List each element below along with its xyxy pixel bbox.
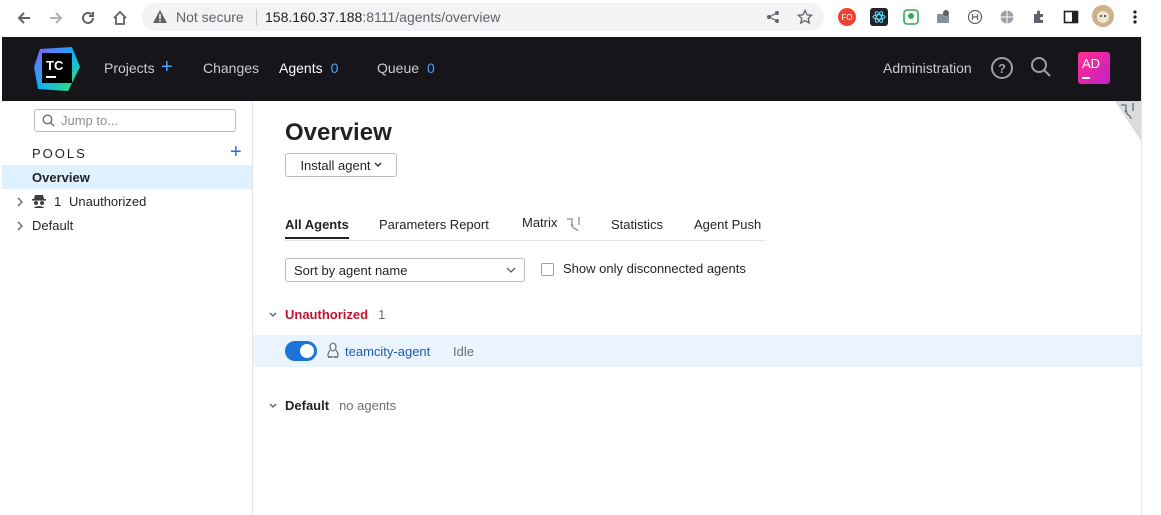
profile-avatar-icon[interactable] <box>1092 5 1114 27</box>
nav-changes[interactable]: Changes <box>203 60 259 76</box>
group-unauthorized[interactable]: Unauthorized 1 <box>269 307 385 322</box>
nav-administration[interactable]: Administration <box>883 60 972 76</box>
agent-status: Idle <box>453 344 474 359</box>
reload-icon[interactable] <box>76 6 100 30</box>
back-icon[interactable] <box>12 6 36 30</box>
tab-all-agents[interactable]: All Agents <box>285 217 349 239</box>
browser-toolbar: Not secure 158.160.37.188:8111/agents/ov… <box>0 0 1161 37</box>
chevron-right-icon[interactable] <box>16 195 24 210</box>
agent-name-link[interactable]: teamcity-agent <box>345 344 430 359</box>
react-devtools-icon[interactable] <box>870 8 888 26</box>
nav-queue-count: 0 <box>427 60 435 76</box>
sidebar-item-overview[interactable]: Overview <box>2 165 252 189</box>
disconnected-checkbox[interactable] <box>541 263 554 276</box>
tab-statistics[interactable]: Statistics <box>611 217 663 232</box>
not-secure-label: Not secure <box>176 9 244 25</box>
tab-parameters-report[interactable]: Parameters Report <box>379 217 489 232</box>
extension-globe-icon[interactable] <box>998 8 1016 26</box>
avatar-underline <box>1082 77 1090 79</box>
add-pool-icon[interactable]: + <box>230 142 242 162</box>
install-agent-label: Install agent <box>300 157 371 173</box>
sidebar-item-label: Default <box>32 217 74 233</box>
warning-icon <box>152 9 168 29</box>
extension-fo-badge: FO <box>841 12 853 22</box>
agent-enabled-toggle[interactable] <box>285 341 317 361</box>
extension-h-icon[interactable] <box>966 8 984 26</box>
tab-matrix[interactable]: Matrix <box>522 215 583 232</box>
chevron-down-icon <box>374 162 382 167</box>
tab-matrix-label: Matrix <box>522 215 558 230</box>
chevron-down-icon[interactable] <box>269 403 277 409</box>
disconnected-checkbox-label[interactable]: Show only disconnected agents <box>563 261 746 276</box>
main-content: Overview Install agent All Agents Parame… <box>253 101 1141 515</box>
share-icon[interactable] <box>764 8 782 26</box>
add-project-icon[interactable]: + <box>161 57 173 77</box>
omnibox-divider <box>256 9 257 25</box>
logo-text: TC <box>46 58 64 73</box>
linux-icon <box>326 342 340 364</box>
chevron-down-icon[interactable] <box>269 312 277 318</box>
install-agent-button[interactable]: Install agent <box>285 153 397 177</box>
chevron-down-icon <box>506 267 516 273</box>
page-title: Overview <box>285 119 392 146</box>
sidebar-item-default[interactable]: Default <box>2 213 252 237</box>
page-right-edge <box>1141 37 1161 515</box>
sort-select-value: Sort by agent name <box>294 263 408 278</box>
nav-agents-count: 0 <box>330 60 339 76</box>
sidebar-item-unauthorized[interactable]: 1 Unauthorized <box>2 189 252 213</box>
user-avatar-initials: AD <box>1082 56 1101 71</box>
extension-green-icon[interactable] <box>902 8 920 26</box>
spy-agent-icon <box>31 193 47 212</box>
tab-agent-push[interactable]: Agent Push <box>694 217 761 232</box>
sidebar: POOLS + Overview 1 Unauthorized Default <box>2 101 253 515</box>
chevron-right-icon[interactable] <box>16 219 24 234</box>
jump-search-icon <box>42 114 55 127</box>
extensions-puzzle-icon[interactable] <box>1030 8 1048 26</box>
help-icon[interactable]: ? <box>991 57 1013 79</box>
forward-icon[interactable] <box>44 6 68 30</box>
jump-to-input[interactable] <box>61 112 231 129</box>
extension-grey-icon[interactable] <box>934 8 952 26</box>
pools-heading: POOLS <box>32 146 87 161</box>
nav-agents-label: Agents <box>279 60 323 76</box>
group-unauthorized-count: 1 <box>378 307 386 322</box>
sidebar-item-label: Unauthorized <box>69 193 147 209</box>
extension-fo-icon[interactable]: FO <box>838 8 856 26</box>
nav-projects[interactable]: Projects <box>104 60 155 76</box>
side-panel-icon[interactable] <box>1062 8 1080 26</box>
agent-row[interactable]: teamcity-agent Idle <box>253 335 1141 367</box>
search-icon[interactable] <box>1030 56 1052 83</box>
group-default[interactable]: Default no agents <box>269 398 396 413</box>
toggle-knob <box>300 344 314 358</box>
url-text[interactable]: 158.160.37.188:8111/agents/overview <box>265 9 500 25</box>
home-icon[interactable] <box>108 6 132 30</box>
sidebar-item-label: Overview <box>32 169 90 185</box>
page-corner-fold[interactable] <box>1115 101 1141 141</box>
group-default-label: Default <box>285 398 330 413</box>
teamcity-logo[interactable]: TC <box>32 45 82 93</box>
group-unauthorized-label: Unauthorized <box>285 307 369 322</box>
group-default-note: no agents <box>339 398 397 413</box>
address-bar[interactable]: Not secure 158.160.37.188:8111/agents/ov… <box>142 3 824 31</box>
matrix-tab-icon <box>567 216 580 231</box>
sidebar-item-count: 1 <box>54 193 62 209</box>
app-header: TC Projects + Changes Agents 0 Queue 0 Adm… <box>2 37 1141 101</box>
sort-select[interactable]: Sort by agent name <box>285 258 525 282</box>
nav-queue-label: Queue <box>377 60 420 76</box>
nav-agents[interactable]: Agents 0 <box>279 60 338 76</box>
user-avatar[interactable]: AD <box>1078 52 1110 84</box>
agents-tabs: All Agents Parameters Report Matrix Stat… <box>285 209 766 241</box>
browser-menu-icon[interactable] <box>1126 8 1144 26</box>
jump-to-search[interactable] <box>34 109 236 132</box>
url-host: 158.160.37.188 <box>265 9 363 25</box>
url-path: :8111/agents/overview <box>362 9 501 25</box>
bookmark-star-icon[interactable] <box>796 8 814 26</box>
nav-queue[interactable]: Queue 0 <box>377 60 435 76</box>
